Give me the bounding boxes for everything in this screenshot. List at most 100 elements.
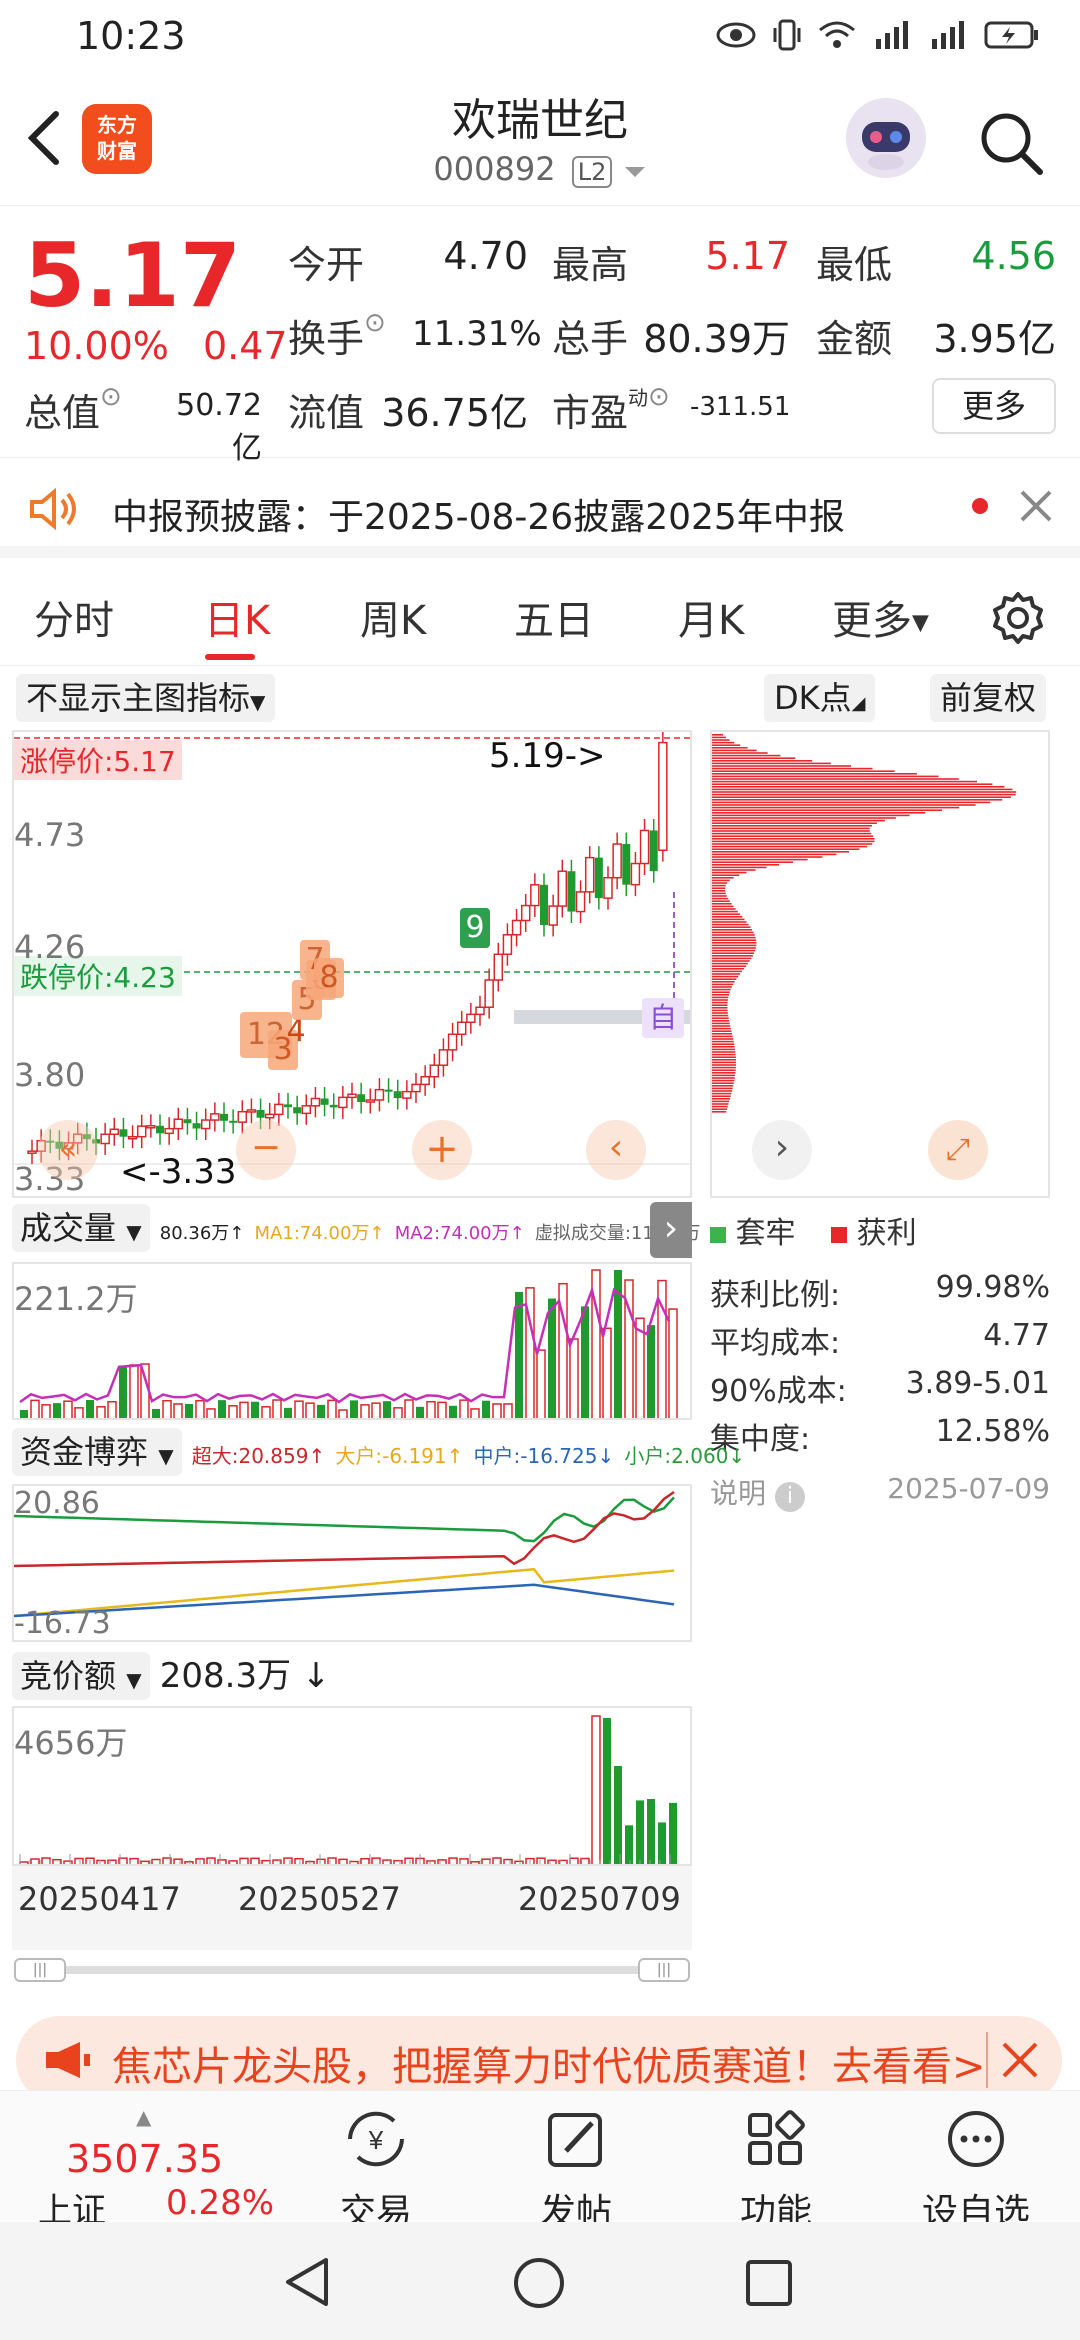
info-icon[interactable]: ⊙ [648, 382, 670, 412]
auction-bar [360, 1857, 370, 1864]
auction-indicator-select[interactable]: 竞价额 ▼ [12, 1652, 150, 1700]
zoom-in-icon[interactable]: + [412, 1120, 472, 1180]
tab-more[interactable]: 更多▼ [832, 588, 929, 646]
change-row: 10.00% 0.47 [24, 324, 288, 368]
close-icon[interactable] [1000, 2040, 1040, 2080]
range-slider[interactable]: ||| ||| [14, 1958, 690, 1982]
auction-bar [327, 1857, 337, 1864]
expand-icon[interactable]: ⤢ [928, 1120, 988, 1180]
nav-post[interactable]: 发帖 [496, 2091, 656, 2233]
edit-icon [548, 2113, 602, 2167]
range-handle-left[interactable]: ||| [14, 1958, 66, 1982]
chip-bar [712, 793, 1016, 796]
volume-chart[interactable]: 221.2万 [12, 1262, 692, 1420]
tab-weekly-k[interactable]: 周K [360, 588, 426, 646]
chip-bar [712, 1087, 733, 1090]
date-label-3: 20250709 [518, 1880, 681, 1918]
float-label: 流值 [288, 391, 365, 435]
auction-y-top: 4656万 [14, 1724, 128, 1762]
assistant-avatar[interactable] [846, 98, 926, 178]
low-marker: <-3.33 [120, 1152, 237, 1192]
candle-body [210, 1113, 220, 1121]
nav-functions[interactable]: 功能 [696, 2091, 856, 2233]
mcap-label: 总值⊙ [24, 382, 122, 437]
dk-point-button[interactable]: DK点◢ [764, 674, 876, 722]
volume-value: 80.39万 [643, 317, 790, 361]
notice-bar[interactable]: 中报预披露：于2025-08-26披露2025年中报 [0, 458, 1080, 558]
tab-intraday[interactable]: 分时 [34, 588, 114, 646]
volume-bar [360, 1404, 370, 1418]
volume-bar [459, 1399, 469, 1418]
capital-header: 资金博弈 ▼ 超大:20.859↑ 大户:-6.191↑ 中户:-16.725↓… [12, 1428, 745, 1480]
info-icon[interactable]: ⊙ [100, 382, 122, 412]
volume-label: 总手 [552, 317, 629, 361]
main-indicator-select[interactable]: 不显示主图指标▼ [16, 674, 276, 722]
system-back-icon[interactable] [282, 2256, 332, 2308]
chip-bar [712, 994, 729, 996]
dk-point-label: DK点 [774, 679, 852, 717]
nav-trade[interactable]: ¥ 交易 [296, 2091, 456, 2233]
chip-bar [712, 903, 732, 905]
volume-bar [581, 1306, 589, 1418]
chip-bar [712, 913, 741, 915]
eye-icon [716, 22, 756, 48]
candle-body [447, 1033, 458, 1051]
legend-swatch-trapped [710, 1227, 726, 1243]
expand-panel-icon[interactable]: › [650, 1202, 692, 1258]
chip-bar [712, 934, 755, 936]
megaphone-icon [46, 2042, 90, 2078]
seq-badge-8[interactable]: 8 [314, 958, 344, 998]
chip-distribution-chart[interactable]: › ⤢ [710, 730, 1050, 1198]
signal-badge[interactable]: 9 [460, 908, 490, 948]
scroll-left-fast-icon[interactable]: « [38, 1120, 98, 1180]
candle-body [365, 1099, 376, 1103]
scroll-left-icon[interactable]: ‹ [586, 1120, 646, 1180]
scroll-right-icon[interactable]: › [752, 1120, 812, 1180]
corner-arrow-icon: ◢ [851, 693, 866, 714]
chip-bar [712, 1001, 728, 1004]
volume-bar [338, 1409, 348, 1418]
chip-bar [712, 814, 910, 817]
search-icon[interactable] [976, 108, 1046, 178]
self-select-badge[interactable]: 自 [642, 998, 684, 1038]
chip-bar [712, 1027, 731, 1030]
low-value: 4.56 [971, 234, 1056, 278]
candle-body [622, 844, 631, 885]
kline-chart[interactable]: 涨停价:5.17 跌停价:4.23 5.19-> <-3.33 4.73 4.2… [12, 730, 692, 1198]
chip-bar [712, 1061, 737, 1064]
more-button[interactable]: 更多 [932, 378, 1056, 434]
system-nav-bar [0, 2222, 1080, 2340]
index-ticker[interactable]: ▲ 3507.35 上证 0.28% [26, 2105, 276, 2231]
tab-five-day[interactable]: 五日 [514, 588, 594, 646]
close-icon[interactable] [1018, 488, 1054, 524]
range-handle-right[interactable]: ||| [638, 1958, 690, 1982]
volume-indicator-select[interactable]: 成交量 ▼ [12, 1204, 150, 1252]
chip-bar [712, 1105, 728, 1108]
auction-bar [481, 1858, 491, 1864]
tab-monthly-k[interactable]: 月K [678, 588, 744, 646]
nav-add-watchlist[interactable]: 设自选 [896, 2091, 1056, 2233]
chip-bar [712, 877, 734, 879]
volume-bar [393, 1407, 403, 1418]
capital-chart[interactable]: 20.86 -16.73 [12, 1484, 692, 1642]
turnover-label: 换手⊙ [288, 308, 386, 363]
date-label-2: 20250527 [238, 1880, 401, 1918]
chip-bar [712, 973, 741, 975]
change-amt: 0.47 [203, 324, 288, 368]
candle-body [594, 857, 603, 899]
chip-bar [712, 1072, 736, 1074]
volume-bar [371, 1402, 381, 1418]
settings-gear-icon[interactable] [990, 590, 1046, 646]
auction-bar [591, 1715, 601, 1864]
tab-daily-k[interactable]: 日K [204, 588, 270, 646]
candle-body [256, 1109, 265, 1118]
chip-note-row[interactable]: 说明 i 2025-07-09 [710, 1472, 1050, 1512]
system-home-icon[interactable] [512, 2256, 566, 2310]
system-recents-icon[interactable] [744, 2258, 794, 2308]
auction-chart[interactable]: 4656万 [12, 1706, 692, 1866]
info-icon[interactable]: ⊙ [364, 308, 386, 338]
capital-indicator-select[interactable]: 资金博弈 ▼ [12, 1428, 182, 1476]
adjust-button[interactable]: 前复权 [930, 674, 1047, 722]
auction-bar [41, 1857, 51, 1864]
zoom-out-icon[interactable]: − [236, 1120, 296, 1180]
